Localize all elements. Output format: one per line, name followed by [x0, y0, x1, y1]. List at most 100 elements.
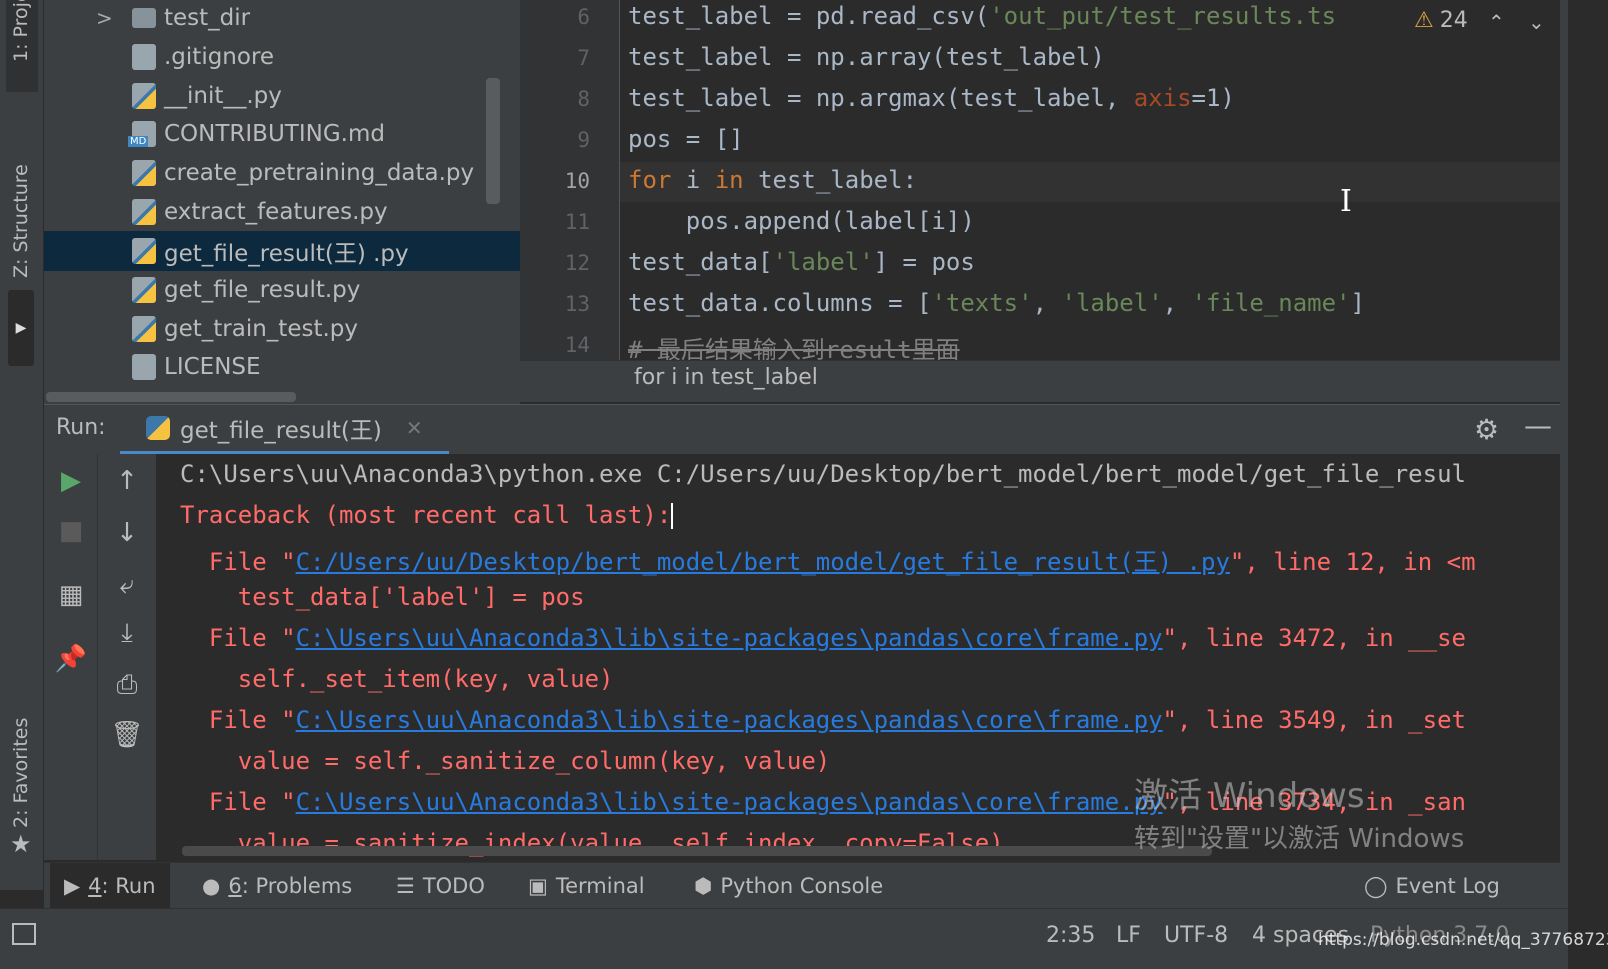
tree-item-create-pretraining[interactable]: create_pretraining_data.py — [44, 153, 520, 193]
console-line: File "C:\Users\uu\Anaconda3\lib\site-pac… — [180, 624, 1466, 652]
console-text: ", line 3472, in __se — [1162, 624, 1466, 652]
tab-project[interactable]: 1: Project — [6, 0, 38, 92]
tree-item-gitignore[interactable]: .gitignore — [44, 37, 520, 77]
left-tool-strip: 1: Project Z: Structure ▶ 2: Favorites ★ — [0, 0, 44, 890]
tree-item-license[interactable]: LICENSE — [44, 347, 520, 387]
code-line-7: test_label = np.array(test_label) — [628, 43, 1105, 71]
tab-structure-label: Z: Structure — [10, 164, 32, 278]
toggle-tool-windows-icon[interactable] — [12, 923, 36, 945]
tool-button-terminal[interactable]: ▣ Terminal — [528, 863, 645, 909]
tool-button-problems[interactable]: ● 6: Problems — [202, 863, 352, 909]
shortcut-number: 4 — [88, 874, 102, 898]
python-file-icon — [132, 316, 156, 342]
bottom-tool-bar: ▶ 4: Run ● 6: Problems ☰ TODO ▣ Terminal… — [44, 862, 1560, 909]
arrow-down-icon[interactable]: ↓ — [107, 518, 147, 548]
console-horizontal-scrollbar[interactable] — [182, 846, 1212, 856]
console-text: File " — [180, 548, 296, 576]
console-line: self._set_item(key, value) — [180, 665, 614, 693]
pin-icon[interactable]: 📌 — [51, 644, 91, 674]
gear-icon[interactable]: ⚙ — [1474, 413, 1499, 446]
tool-button-event-log[interactable]: ◯ Event Log — [1364, 863, 1500, 909]
chevron-right-icon[interactable]: > — [96, 6, 113, 30]
text-file-icon — [132, 354, 156, 380]
code-text: , — [1032, 289, 1062, 317]
tool-button-label: Terminal — [555, 874, 645, 898]
scroll-to-end-icon[interactable]: ⤓ — [107, 618, 147, 649]
traceback-link[interactable]: C:/Users/uu/Desktop/bert_model/bert_mode… — [296, 548, 1230, 576]
line-number: 11 — [564, 210, 590, 234]
breadcrumb[interactable]: for i in test_label — [634, 365, 818, 390]
console-text: ", line 12, in <m — [1229, 548, 1476, 576]
code-param: axis — [1133, 84, 1192, 112]
tree-item-init[interactable]: __init__.py — [44, 76, 520, 116]
tree-item-label: test_dir — [164, 5, 251, 31]
line-separator[interactable]: LF — [1116, 923, 1141, 948]
run-tab[interactable]: get_file_result(王) ✕ — [120, 405, 449, 455]
warnings-count: 24 — [1439, 8, 1468, 33]
chevron-up-icon[interactable]: ⌃ — [1488, 10, 1505, 34]
chevron-down-icon[interactable]: ⌄ — [1528, 10, 1545, 34]
code-line-14: # 最后结果输入到result里面 — [628, 336, 960, 360]
tree-item-get-file-result-wang[interactable]: get_file_result(王) .py — [44, 231, 520, 271]
tool-button-run[interactable]: ▶ 4: Run — [50, 863, 170, 909]
trash-icon[interactable]: 🗑 — [107, 720, 147, 750]
stop-icon[interactable]: ■ — [51, 516, 91, 546]
tab-structure[interactable]: Z: Structure — [6, 118, 38, 288]
console-line: value = self._sanitize_column(key, value… — [180, 747, 831, 775]
shortcut-number: 6 — [228, 874, 242, 898]
code-text: test_label: — [743, 166, 918, 194]
activation-watermark: 激活 Windows — [1134, 776, 1365, 816]
tool-button-python-console[interactable]: ⬢ Python Console — [694, 863, 883, 909]
code-line-9: pos = [] — [628, 125, 744, 153]
tab-project-label: 1: Project — [10, 0, 32, 62]
tool-label-text: : Problems — [241, 874, 353, 898]
tree-item-contributing[interactable]: CONTRIBUTING.md — [44, 114, 520, 154]
traceback-link[interactable]: C:\Users\uu\Anaconda3\lib\site-packages\… — [296, 706, 1163, 734]
arrow-up-icon[interactable]: ↑ — [107, 466, 147, 496]
expand-panel-button[interactable]: ▶ — [8, 290, 34, 366]
python-icon — [146, 416, 170, 440]
tree-horizontal-scrollbar[interactable] — [46, 392, 296, 402]
close-icon[interactable]: ✕ — [406, 416, 423, 440]
caret — [671, 503, 674, 529]
caret-position[interactable]: 2:35 — [1046, 923, 1095, 948]
line-number: 7 — [577, 46, 590, 70]
git-file-icon — [132, 44, 156, 70]
minimize-icon[interactable]: — — [1524, 409, 1552, 442]
terminal-icon: ▣ — [528, 874, 548, 898]
console-text: File " — [180, 624, 296, 652]
traceback-link[interactable]: C:\Users\uu\Anaconda3\lib\site-packages\… — [296, 624, 1163, 652]
code-editor[interactable]: 6 7 8 9 10 11 12 13 14 test_label = pd.r… — [520, 0, 1560, 360]
tool-button-todo[interactable]: ☰ TODO — [396, 863, 485, 909]
line-number-current: 10 — [564, 169, 590, 193]
tab-favorites-label: 2: Favorites — [10, 717, 32, 828]
file-encoding[interactable]: UTF-8 — [1164, 923, 1228, 948]
tree-item-get-file-result[interactable]: get_file_result.py — [44, 270, 520, 310]
tree-item-label: get_file_result(王) .py — [164, 241, 409, 267]
print-icon[interactable]: ⎙ — [107, 670, 147, 701]
rerun-icon[interactable]: ▶ — [51, 466, 91, 496]
code-keyword: for — [628, 166, 672, 194]
tool-button-label: Event Log — [1395, 874, 1500, 898]
layout-icon[interactable]: ▦ — [51, 580, 91, 610]
traceback-link[interactable]: C:\Users\uu\Anaconda3\lib\site-packages\… — [296, 788, 1163, 816]
code-line-6: test_label = pd.read_csv('out_put/test_r… — [628, 2, 1336, 30]
python-icon: ⬢ — [694, 874, 713, 898]
code-text: test_label = pd.read_csv( — [628, 2, 990, 30]
console-line: Traceback (most recent call last): — [180, 501, 674, 529]
soft-wrap-icon[interactable]: ⤶ — [107, 570, 147, 601]
star-icon: ★ — [10, 830, 32, 858]
warnings-indicator[interactable]: ⚠ 24 — [1414, 8, 1468, 33]
console-line: test_data['label'] = pos — [180, 583, 585, 611]
code-string: 'texts' — [931, 289, 1033, 317]
tree-item-get-train-test[interactable]: get_train_test.py — [44, 309, 520, 349]
tree-item-label: extract_features.py — [164, 199, 388, 225]
tree-item-label: create_pretraining_data.py — [164, 160, 475, 186]
tree-vertical-scrollbar[interactable] — [486, 78, 500, 204]
line-number: 13 — [564, 292, 590, 316]
tree-item-label: .gitignore — [164, 44, 275, 70]
tree-item-test-dir[interactable]: > test_dir — [44, 0, 520, 38]
tree-item-extract-features[interactable]: extract_features.py — [44, 192, 520, 232]
code-text: i — [671, 166, 715, 194]
list-icon: ☰ — [396, 874, 415, 898]
